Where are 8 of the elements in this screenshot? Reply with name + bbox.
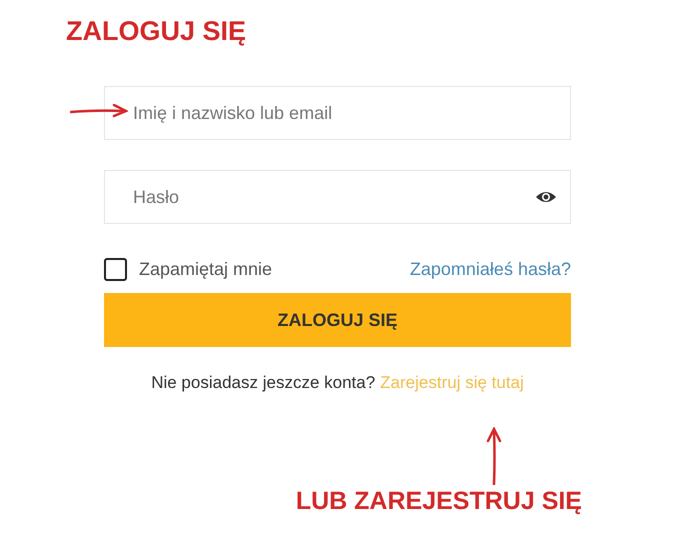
forgot-password-link[interactable]: Zapomniałeś hasła?	[410, 258, 571, 280]
annotation-heading: ZALOGUJ SIĘ	[65, 15, 248, 48]
input-field[interactable]: Imię i nazwisko lub email	[104, 86, 571, 140]
annotation-footer: LUB ZAREJESTRUJ SIĘ	[296, 487, 582, 516]
register-prompt: Nie posiadasz jeszcze konta?	[151, 373, 376, 392]
login-button[interactable]: ZALOGUJ SIĘ	[104, 293, 571, 347]
input-field[interactable]: Hasło	[104, 170, 571, 224]
remember-label: Zapamiętaj mnie	[139, 258, 272, 280]
